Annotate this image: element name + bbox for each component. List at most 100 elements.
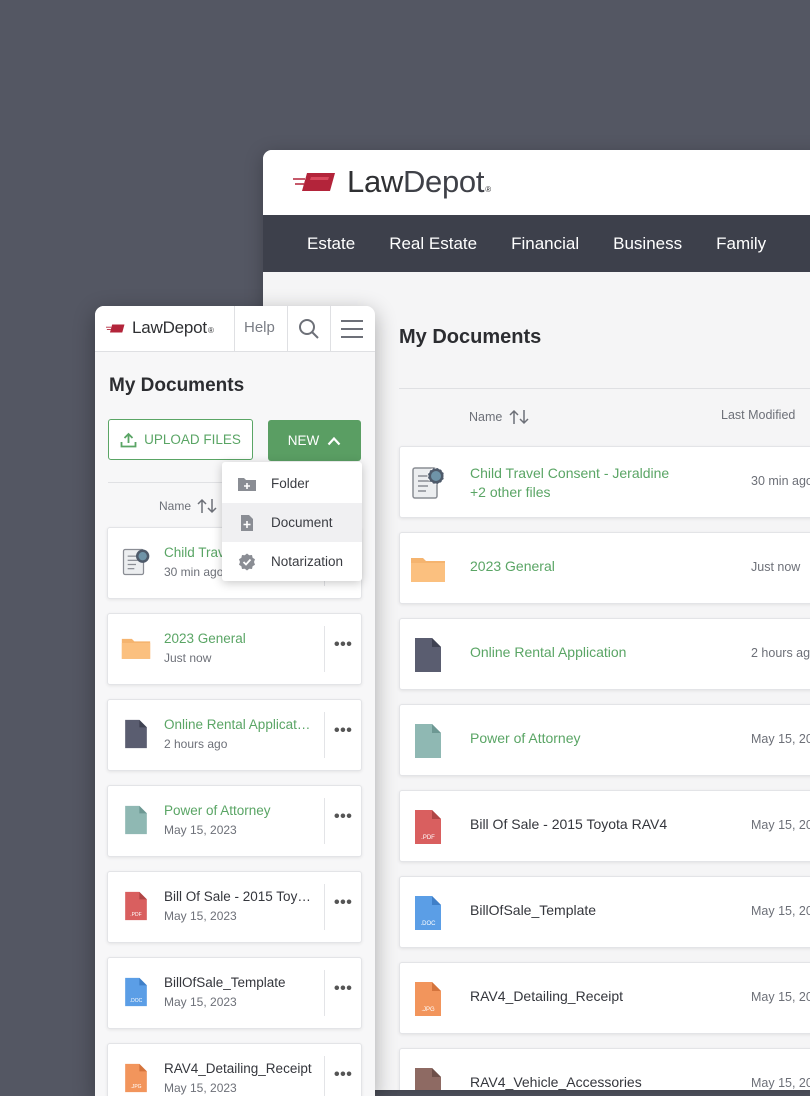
file-name[interactable]: RAV4_Vehicle_Accessories [470, 1074, 642, 1090]
file-row[interactable]: 2023 General Just now [399, 532, 810, 604]
file-date: May 15, 2023 [164, 1081, 237, 1095]
column-header-name-label: Name [469, 410, 503, 424]
divider [399, 388, 810, 389]
more-options-icon[interactable]: ••• [334, 808, 352, 826]
file-date: 30 min ago [164, 565, 224, 579]
divider [324, 712, 325, 758]
file-row[interactable]: .PNG RAV4_Vehicle_Accessories May 15, 20… [399, 1048, 810, 1090]
more-options-icon[interactable]: ••• [334, 980, 352, 998]
nav-item-estate[interactable]: Estate [307, 234, 355, 254]
help-link[interactable]: Help [244, 319, 275, 336]
menu-item-label: Notarization [271, 554, 344, 569]
upload-icon [120, 432, 137, 447]
file-name[interactable]: 2023 General [470, 558, 555, 574]
chevron-up-icon [327, 436, 341, 445]
file-name[interactable]: 2023 General [164, 631, 312, 646]
file-name[interactable]: Power of Attorney [164, 803, 312, 818]
file-date: May 15, 2023 [751, 1076, 810, 1090]
menu-item-document[interactable]: Document [222, 503, 362, 542]
file-name[interactable]: RAV4_Detailing_Receipt [470, 988, 623, 1004]
new-button[interactable]: NEW [268, 420, 361, 461]
file-row[interactable]: .DOC BillOfSale_Template May 15, 2023 [399, 876, 810, 948]
file-name[interactable]: Power of Attorney [470, 730, 581, 746]
more-options-icon[interactable]: ••• [334, 1066, 352, 1084]
file-name[interactable]: Online Rental Application [470, 644, 626, 660]
upload-files-label: UPLOAD FILES [144, 432, 241, 447]
svg-text:.PDF: .PDF [421, 835, 435, 841]
file-row[interactable]: Power of Attorney May 15, 2023 ••• [107, 785, 362, 857]
file-row[interactable]: Child Travel Consent - Jeraldine +2 other… [399, 446, 810, 518]
nav-item-family[interactable]: Family [716, 234, 766, 254]
doc-file-icon: .DOC [415, 896, 441, 930]
jpg-file-icon: .JPG [415, 982, 441, 1016]
file-date: May 15, 2023 [751, 904, 810, 918]
jpg-file-icon: .JPG [125, 1063, 147, 1093]
mobile-file-list: Child Travel Consent - Jeraldine 30 min … [107, 527, 362, 1096]
divider [287, 306, 288, 351]
file-name[interactable]: Child Travel Consent - Jeraldine +2 other… [470, 464, 669, 502]
column-header-name[interactable]: Name [159, 497, 218, 515]
file-name[interactable]: BillOfSale_Template [470, 902, 596, 918]
file-row[interactable]: .JPG RAV4_Detailing_Receipt May 15, 2023… [107, 1043, 362, 1096]
divider [234, 306, 235, 351]
search-icon[interactable] [298, 318, 320, 340]
menu-item-notarization[interactable]: Notarization [222, 542, 362, 581]
lawdepot-logo[interactable]: LawDepot® [106, 318, 214, 338]
mobile-header: LawDepot® Help [95, 306, 375, 352]
file-date: 2 hours ago [751, 646, 810, 660]
add-folder-icon [238, 477, 256, 491]
page-title: My Documents [109, 375, 245, 396]
sort-icon [509, 409, 529, 425]
column-header-name[interactable]: Name [469, 408, 530, 426]
lawdepot-logo-mark-icon [106, 324, 125, 332]
more-options-icon[interactable]: ••• [334, 636, 352, 654]
file-name[interactable]: RAV4_Detailing_Receipt [164, 1061, 312, 1076]
svg-text:.DOC: .DOC [421, 921, 437, 927]
pdf-file-icon: .PDF [415, 810, 441, 844]
notarization-badge-icon [239, 553, 255, 570]
file-name[interactable]: Bill Of Sale - 2015 Toyota RAV4 [164, 889, 312, 904]
file-date: May 15, 2023 [751, 818, 810, 832]
nav-item-financial[interactable]: Financial [511, 234, 579, 254]
sort-icon [197, 498, 217, 514]
file-row[interactable]: .PDF Bill Of Sale - 2015 Toyota RAV4 May… [399, 790, 810, 862]
add-document-icon [241, 514, 253, 531]
certificate-icon [412, 467, 445, 499]
file-row[interactable]: .JPG RAV4_Detailing_Receipt May 15, 2023 [399, 962, 810, 1034]
nav-item-business[interactable]: Business [613, 234, 682, 254]
document-teal-icon [415, 724, 441, 758]
nav-item-real-estate[interactable]: Real Estate [389, 234, 477, 254]
file-date: May 15, 2023 [164, 823, 237, 837]
more-options-icon[interactable]: ••• [334, 722, 352, 740]
svg-text:.JPG: .JPG [130, 1084, 141, 1090]
divider [324, 798, 325, 844]
main-nav: Estate Real Estate Financial Business Fa… [263, 215, 810, 272]
menu-item-folder[interactable]: Folder [222, 464, 362, 503]
file-row[interactable]: Online Rental Application 2 hours ago ••… [107, 699, 362, 771]
pdf-file-icon: .PDF [125, 891, 147, 921]
svg-text:.PDF: .PDF [130, 912, 141, 918]
file-row[interactable]: 2023 General Just now ••• [107, 613, 362, 685]
lawdepot-logo[interactable]: LawDepot® [293, 164, 491, 200]
divider [324, 884, 325, 930]
upload-files-button[interactable]: UPLOAD FILES [108, 419, 253, 460]
hamburger-menu-icon[interactable] [340, 319, 364, 339]
new-dropdown-menu: Folder Document Notarization [222, 462, 362, 581]
more-options-icon[interactable]: ••• [334, 894, 352, 912]
svg-text:.DOC: .DOC [130, 998, 143, 1004]
file-name[interactable]: BillOfSale_Template [164, 975, 312, 990]
file-row[interactable]: Power of Attorney May 15, 2023 [399, 704, 810, 776]
column-header-name-label: Name [159, 499, 192, 513]
file-date: May 15, 2023 [751, 732, 810, 746]
divider [324, 970, 325, 1016]
column-header-last-modified[interactable]: Last Modified [721, 408, 795, 422]
file-name[interactable]: Bill Of Sale - 2015 Toyota RAV4 [470, 816, 667, 832]
file-row[interactable]: Online Rental Application 2 hours ago [399, 618, 810, 690]
file-date: Just now [164, 651, 212, 665]
document-teal-icon [125, 805, 147, 835]
file-row[interactable]: .DOC BillOfSale_Template May 15, 2023 ••… [107, 957, 362, 1029]
file-row[interactable]: .PDF Bill Of Sale - 2015 Toyota RAV4 May… [107, 871, 362, 943]
file-date: Just now [751, 560, 801, 574]
svg-text:.JPG: .JPG [421, 1007, 435, 1013]
file-name[interactable]: Online Rental Application [164, 717, 312, 732]
